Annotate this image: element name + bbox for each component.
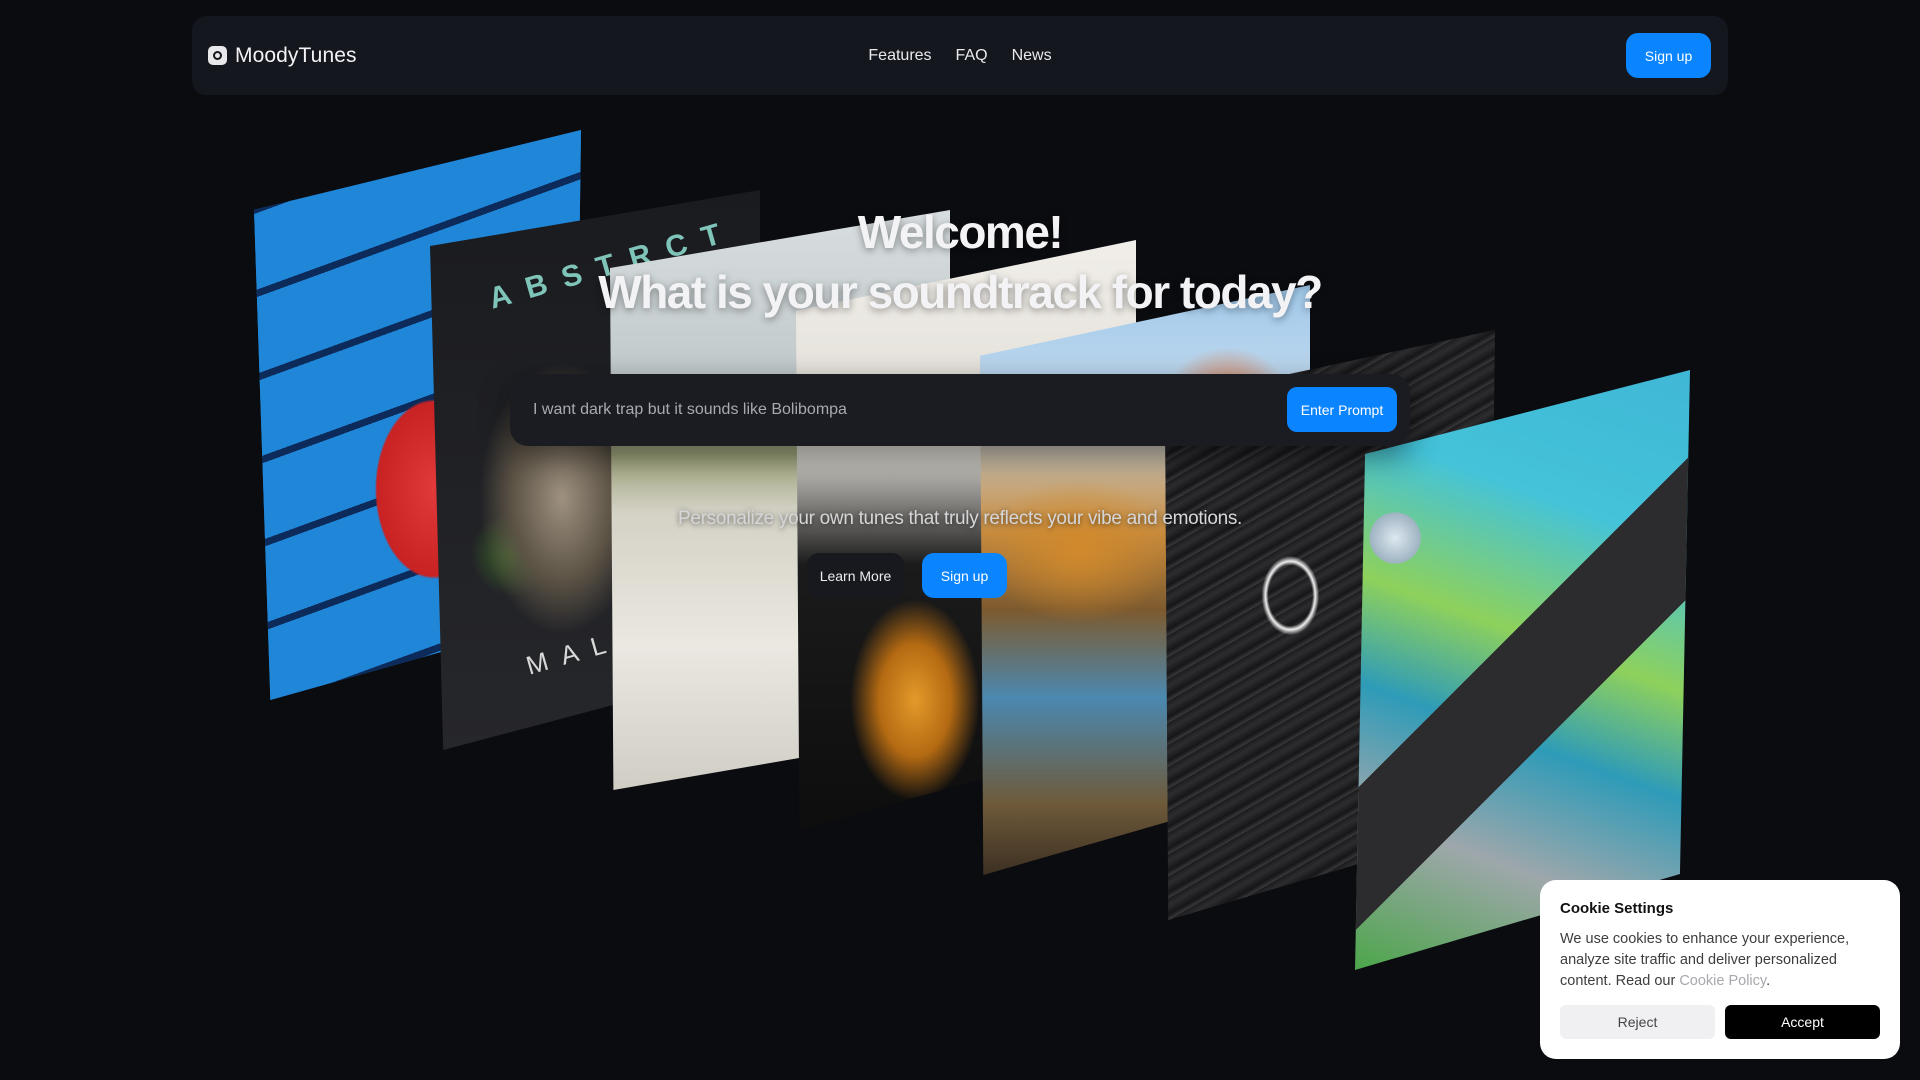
cookie-actions: Reject Accept [1560, 1005, 1880, 1039]
hero-subtitle: Personalize your own tunes that truly re… [677, 508, 1243, 529]
learn-more-button[interactable]: Learn More [807, 553, 904, 598]
nav-signup-button[interactable]: Sign up [1626, 33, 1711, 78]
nav-link-news[interactable]: News [1012, 47, 1052, 65]
accept-cookies-button[interactable]: Accept [1725, 1005, 1880, 1039]
hero-signup-button[interactable]: Sign up [922, 553, 1007, 598]
prompt-bar: Enter Prompt [510, 374, 1410, 446]
cookie-text: We use cookies to enhance your experienc… [1560, 929, 1880, 992]
album-art-bottom-text: MAL [522, 625, 623, 681]
nav-link-faq[interactable]: FAQ [956, 47, 988, 65]
hero-title-line-1: Welcome! [857, 206, 1064, 258]
hero-title-line-2: What is your soundtrack for today? [598, 266, 1323, 318]
cookie-text-period: . [1766, 973, 1771, 989]
hero-title: Welcome! What is your soundtrack for tod… [0, 202, 1920, 322]
prompt-input[interactable] [533, 374, 1253, 446]
hero-actions: Learn More Sign up [0, 553, 1920, 598]
enter-prompt-button[interactable]: Enter Prompt [1287, 387, 1397, 432]
logo-icon [208, 46, 227, 65]
brand-name: MoodyTunes [235, 43, 357, 67]
cookie-title: Cookie Settings [1560, 900, 1674, 917]
reject-cookies-button[interactable]: Reject [1560, 1005, 1715, 1039]
nav-link-features[interactable]: Features [868, 47, 931, 65]
nav-links: Features FAQ News [192, 16, 1728, 95]
cookie-policy-link[interactable]: Cookie Policy [1679, 973, 1766, 989]
cookie-settings-card: Cookie Settings We use cookies to enhanc… [1540, 880, 1900, 1059]
brand[interactable]: MoodyTunes [208, 16, 357, 95]
top-navbar: MoodyTunes Features FAQ News Sign up [192, 16, 1728, 95]
